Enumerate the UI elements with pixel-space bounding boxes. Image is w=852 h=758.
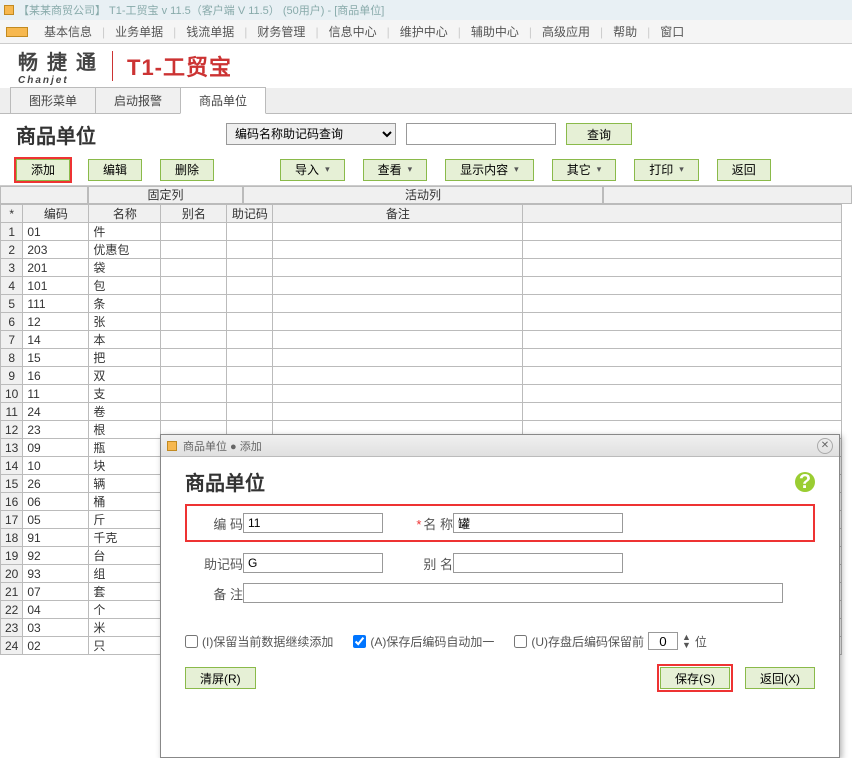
- table-row[interactable]: 1011支: [1, 385, 842, 403]
- label-name: 名 称: [423, 517, 453, 532]
- display-button[interactable]: 显示内容: [445, 159, 534, 181]
- table-row[interactable]: 612张: [1, 313, 842, 331]
- menu-item[interactable]: 业务单据: [105, 23, 173, 40]
- help-icon[interactable]: ?: [795, 472, 815, 492]
- menu-item[interactable]: 窗口: [650, 23, 694, 40]
- other-button[interactable]: 其它: [552, 159, 617, 181]
- tab-alert[interactable]: 启动报警: [95, 87, 181, 113]
- th-star: *: [1, 205, 23, 223]
- label-note: 备 注: [185, 584, 243, 603]
- menu-item[interactable]: 维护中心: [390, 23, 458, 40]
- add-dialog: 商品单位 ● 添加 ✕ 商品单位 ? 编 码 *名 称 助记码 别 名: [160, 434, 840, 758]
- th-note[interactable]: 备注: [273, 205, 523, 223]
- view-button[interactable]: 查看: [363, 159, 428, 181]
- menu-item[interactable]: 财务管理: [247, 23, 315, 40]
- dialog-back-button[interactable]: 返回(X): [745, 667, 815, 689]
- toolbar: 添加 编辑 删除 导入 查看 显示内容 其它 打印 返回: [0, 154, 852, 186]
- back-button[interactable]: 返回: [717, 159, 771, 181]
- add-button[interactable]: 添加: [16, 159, 70, 181]
- table-row[interactable]: 2203优惠包: [1, 241, 842, 259]
- tab-unit[interactable]: 商品单位: [180, 87, 266, 114]
- dialog-titlebar[interactable]: 商品单位 ● 添加 ✕: [161, 435, 839, 457]
- clear-button[interactable]: 清屏(R): [185, 667, 256, 689]
- menu-item[interactable]: 钱流单据: [176, 23, 244, 40]
- label-code: 编 码: [193, 514, 243, 533]
- table-row[interactable]: 3201袋: [1, 259, 842, 277]
- window-title: 【某某商贸公司】 T1-工贸宝 v 11.5（客户端 V 11.5） (50用户…: [18, 2, 384, 18]
- note-input[interactable]: [243, 583, 783, 603]
- table-row[interactable]: 815把: [1, 349, 842, 367]
- menu-icon: [6, 27, 28, 37]
- product-name: T1-工贸宝: [127, 50, 232, 82]
- table-row[interactable]: 101件: [1, 223, 842, 241]
- query-button[interactable]: 查询: [566, 123, 632, 145]
- grid-wrap: 固定列 活动列 * 编码 名称 别名 助记码 备注 101件2203优惠包320…: [0, 186, 852, 655]
- menu-item[interactable]: 辅助中心: [461, 23, 529, 40]
- tab-graphic-menu[interactable]: 图形菜单: [10, 87, 96, 113]
- options-row: (I)保留当前数据继续添加 (A)保存后编码自动加一 (U)存盘后编码保留前 ▲…: [185, 632, 815, 650]
- search-row: 商品单位 编码名称助记码查询 查询: [0, 114, 852, 154]
- menu-item[interactable]: 帮助: [603, 23, 647, 40]
- th-alias[interactable]: 别名: [161, 205, 227, 223]
- brand-cn: 畅 捷 通: [18, 46, 98, 75]
- print-button[interactable]: 打印: [634, 159, 699, 181]
- th-pin[interactable]: 助记码: [227, 205, 273, 223]
- th-name[interactable]: 名称: [89, 205, 161, 223]
- brand-en: Chanjet: [18, 75, 98, 86]
- label-pin: 助记码: [185, 554, 243, 573]
- edit-button[interactable]: 编辑: [88, 159, 142, 181]
- app-icon: [4, 5, 14, 15]
- menu-item[interactable]: 信息中心: [319, 23, 387, 40]
- close-icon[interactable]: ✕: [817, 438, 833, 454]
- table-row[interactable]: 916双: [1, 367, 842, 385]
- pin-input[interactable]: [243, 553, 383, 573]
- save-button[interactable]: 保存(S): [660, 667, 730, 689]
- dialog-heading: 商品单位: [185, 467, 265, 496]
- table-row[interactable]: 4101包: [1, 277, 842, 295]
- table-row[interactable]: 5111条: [1, 295, 842, 313]
- brand-bar: 畅 捷 通 Chanjet T1-工贸宝: [0, 44, 852, 88]
- table-row[interactable]: 714本: [1, 331, 842, 349]
- search-mode-select[interactable]: 编码名称助记码查询: [226, 123, 396, 145]
- th-code[interactable]: 编码: [23, 205, 89, 223]
- main-menu: 基本信息| 业务单据| 钱流单据| 财务管理| 信息中心| 维护中心| 辅助中心…: [0, 20, 852, 44]
- fixed-cols-label: 固定列: [88, 186, 243, 204]
- menu-item[interactable]: 基本信息: [34, 23, 102, 40]
- dialog-title: 商品单位 ● 添加: [183, 438, 262, 454]
- label-alias: 别 名: [383, 554, 453, 573]
- column-group-header: 固定列 活动列: [0, 186, 852, 204]
- page-tabs: 图形菜单 启动报警 商品单位: [0, 88, 852, 114]
- active-cols-label: 活动列: [243, 186, 603, 204]
- search-input[interactable]: [406, 123, 556, 145]
- opt-auto[interactable]: (A)保存后编码自动加一: [353, 633, 494, 650]
- code-input[interactable]: [243, 513, 383, 533]
- disk-spin[interactable]: [648, 632, 678, 650]
- opt-keep[interactable]: (I)保留当前数据继续添加: [185, 633, 333, 650]
- import-button[interactable]: 导入: [280, 159, 345, 181]
- dialog-icon: [167, 441, 177, 451]
- name-input[interactable]: [453, 513, 623, 533]
- table-row[interactable]: 1124卷: [1, 403, 842, 421]
- alias-input[interactable]: [453, 553, 623, 573]
- page-title: 商品单位: [16, 120, 216, 149]
- delete-button[interactable]: 删除: [160, 159, 214, 181]
- opt-disk[interactable]: (U)存盘后编码保留前 ▲▼ 位: [514, 632, 707, 650]
- window-titlebar: 【某某商贸公司】 T1-工贸宝 v 11.5（客户端 V 11.5） (50用户…: [0, 0, 852, 20]
- menu-item[interactable]: 高级应用: [532, 23, 600, 40]
